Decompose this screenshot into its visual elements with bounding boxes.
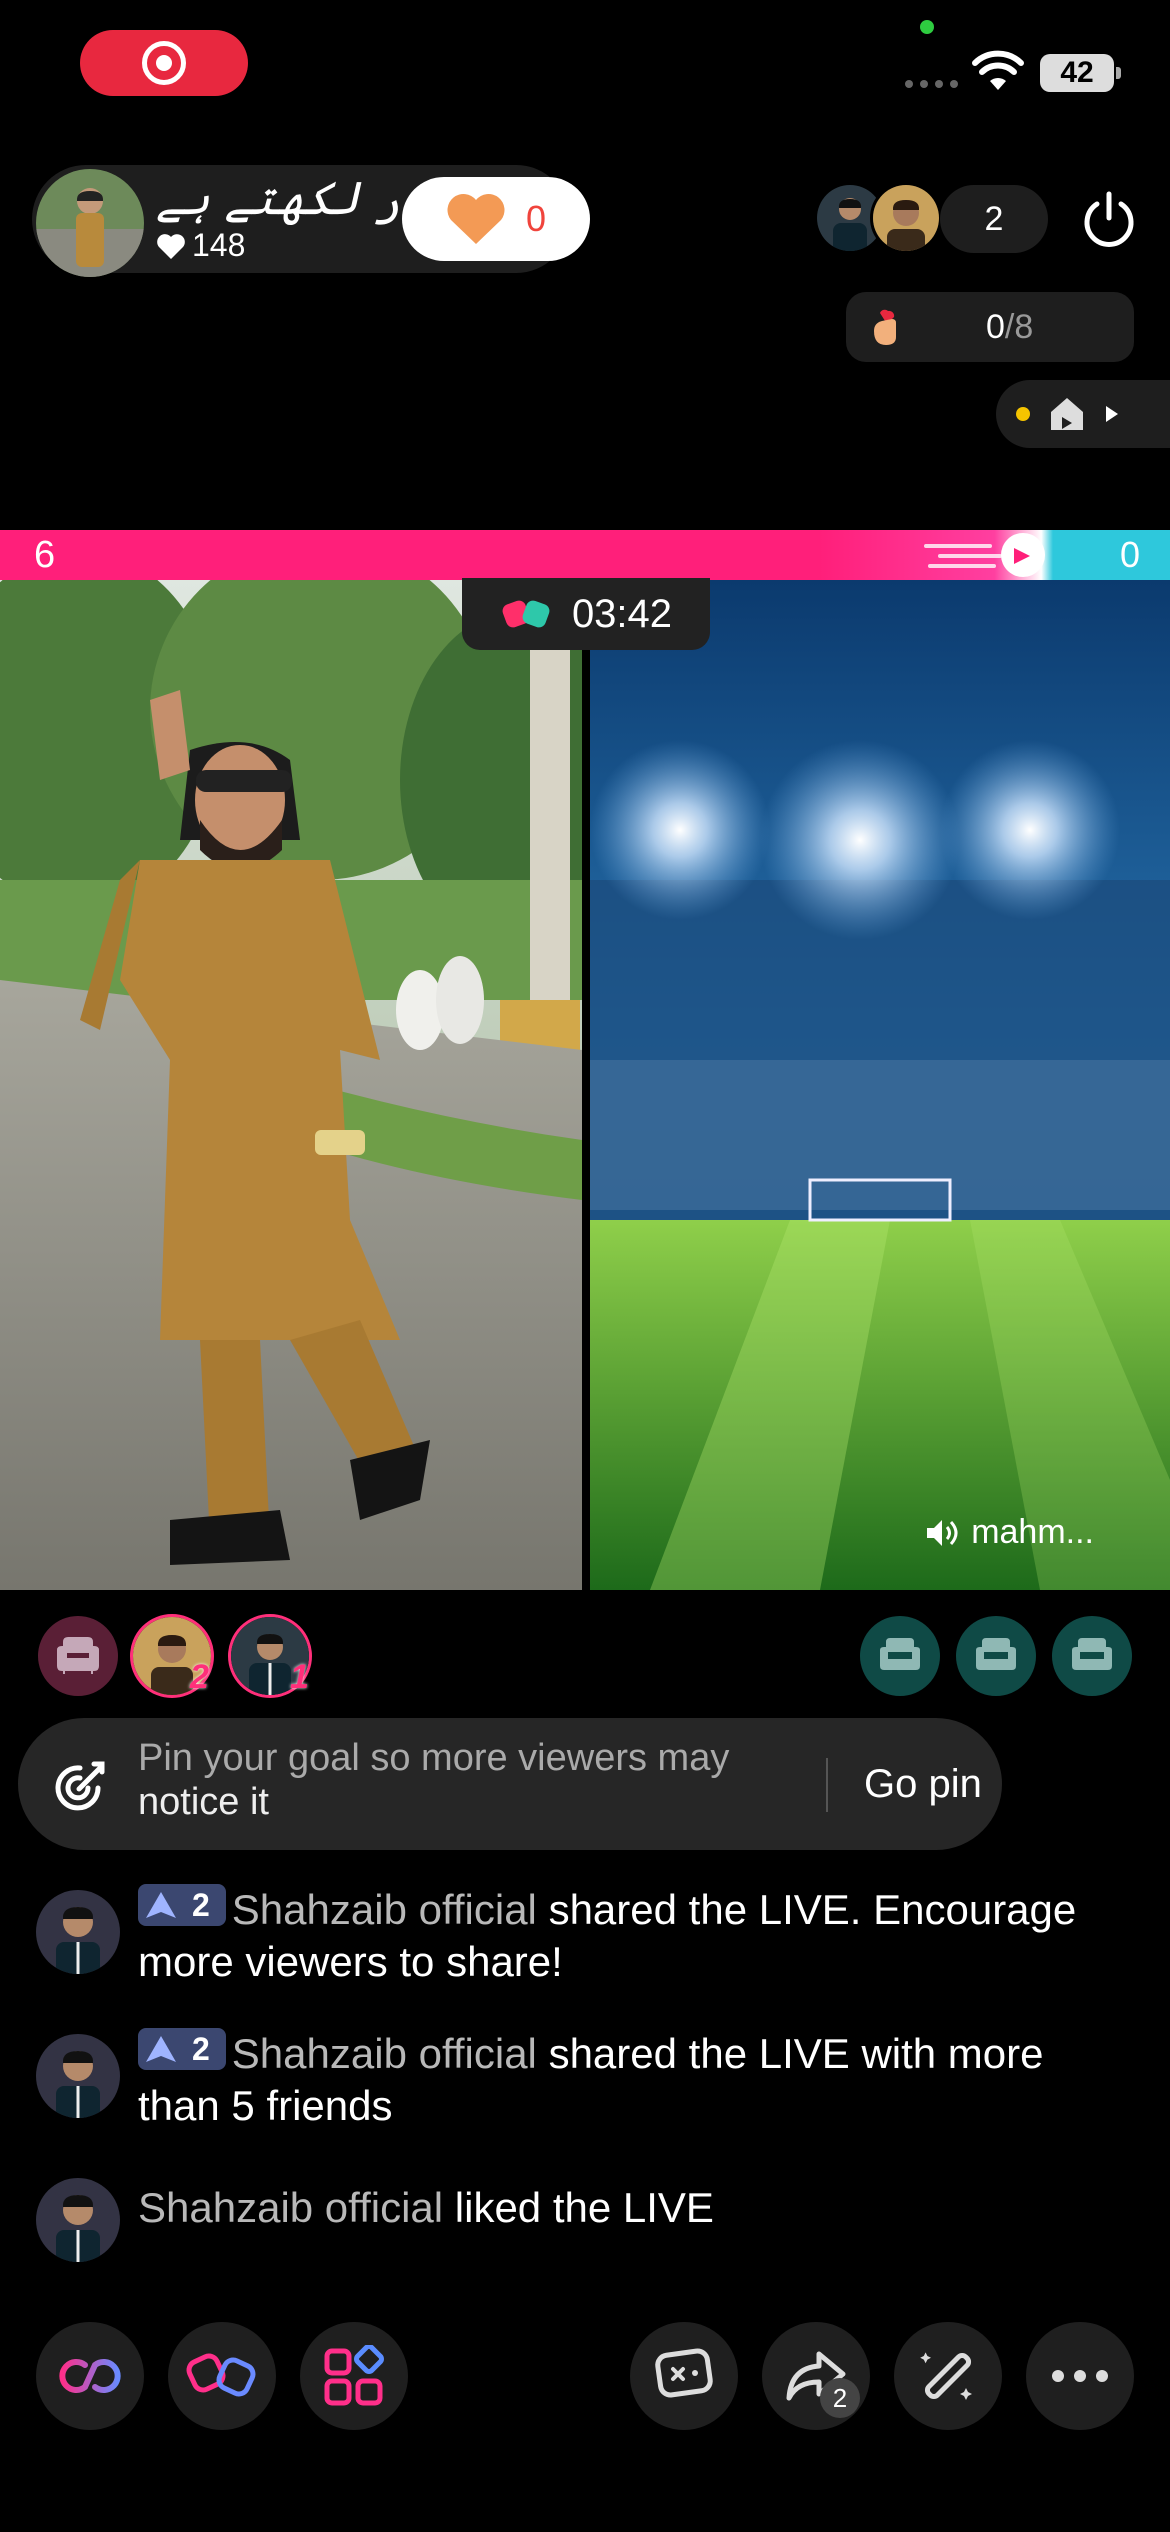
comment-username[interactable]: Shahzaib official — [138, 2184, 443, 2231]
ellipsis-icon — [1052, 2370, 1108, 2382]
opponent-name: mahm... — [971, 1513, 1094, 1551]
effects-button[interactable] — [894, 2322, 1002, 2430]
wifi-icon — [972, 50, 1024, 90]
record-icon — [142, 41, 186, 85]
finger-heart-icon — [874, 309, 896, 345]
pin-goal-line1: Pin your goal so more viewers may — [138, 1737, 730, 1779]
magic-wand-icon — [920, 2352, 972, 2400]
match-timer: 03:42 — [462, 578, 710, 650]
score-streak-icon — [924, 533, 1045, 577]
guest-rank: 2 — [190, 1658, 209, 1696]
sofa-icon — [57, 1637, 99, 1674]
target-icon — [55, 1761, 105, 1811]
viewer-avatar[interactable] — [870, 182, 942, 254]
empty-seat[interactable] — [956, 1616, 1036, 1696]
commenter-avatar[interactable] — [36, 2034, 120, 2118]
battery-indicator: 42 — [1040, 54, 1121, 92]
sofa-icon — [1072, 1638, 1112, 1670]
cellular-signal-icon — [905, 80, 958, 88]
interactive-games-button[interactable] — [630, 2322, 738, 2430]
pin-goal-banner: Pin your goal so more viewers may notice… — [18, 1718, 1002, 1850]
sofa-icon — [976, 1638, 1016, 1670]
commenter-avatar[interactable] — [36, 1890, 120, 1974]
home-icon — [1051, 398, 1083, 430]
opponent-video[interactable]: mahm... — [590, 580, 1170, 1590]
score-right: 0 — [1119, 534, 1140, 575]
top-viewers[interactable] — [814, 182, 942, 254]
share-level-badge: 2 — [138, 1884, 226, 1926]
host-video[interactable] — [0, 580, 582, 1590]
game-card-icon — [655, 2348, 713, 2398]
camera-in-use-dot — [920, 20, 934, 34]
video-divider — [582, 580, 590, 1590]
comment-text: Shahzaib official liked the LIVE — [138, 2184, 714, 2231]
opponent-audio-label[interactable]: mahm... — [925, 1513, 1094, 1552]
separator — [826, 1758, 828, 1812]
match-button[interactable] — [168, 2322, 276, 2430]
timer-value: 03:42 — [571, 591, 673, 636]
link-loop-icon — [59, 2359, 121, 2393]
comment-text: 2 Shahzaib official shared the LIVE. Enco… — [138, 1884, 1077, 1985]
pin-goal-message: Pin your goal so more viewers may notice… — [138, 1736, 818, 1824]
comment-username[interactable]: Shahzaib official — [232, 2030, 537, 2077]
guest-rank: 1 — [290, 1658, 309, 1696]
boxing-gloves-icon — [186, 2353, 256, 2397]
match-score-bar: 6 0 — [0, 530, 1170, 580]
screen-recording-indicator[interactable] — [80, 30, 248, 96]
heart-icon — [157, 233, 185, 259]
goal-total: /8 — [1004, 307, 1034, 346]
pin-goal-line2: notice it — [138, 1781, 269, 1823]
power-off-icon[interactable] — [1077, 188, 1141, 252]
sofa-icon — [880, 1638, 920, 1670]
live-goal-pill[interactable]: 0/8 — [846, 292, 1134, 362]
share-count-badge: 2 — [820, 2378, 860, 2418]
live-tools-expander[interactable] — [996, 380, 1170, 448]
viewer-count-button[interactable]: 2 — [940, 185, 1048, 253]
more-options-button[interactable] — [1026, 2322, 1134, 2430]
comment-text: 2 Shahzaib official shared the LIVE with … — [138, 2028, 1044, 2129]
multi-guest-button[interactable] — [36, 2322, 144, 2430]
more-features-button[interactable] — [300, 2322, 408, 2430]
go-pin-button[interactable]: Go pin — [864, 1762, 982, 1807]
empty-seat[interactable] — [1052, 1616, 1132, 1696]
apps-grid-icon — [324, 2345, 384, 2406]
commenter-avatar[interactable] — [36, 2178, 120, 2262]
share-level-badge: 2 — [138, 2028, 226, 2070]
goal-current: 0 — [986, 307, 1005, 346]
speaker-icon — [927, 1519, 958, 1546]
match-gloves-icon — [502, 600, 550, 628]
host-avatar[interactable] — [36, 169, 144, 277]
expand-arrow-icon — [1106, 406, 1118, 422]
host-video-frame — [0, 580, 582, 1590]
score-left: 6 — [34, 534, 56, 576]
share-arrow-icon — [146, 1892, 176, 1918]
share-arrow-icon — [146, 2036, 176, 2062]
orange-heart-icon — [447, 193, 505, 244]
empty-seat[interactable] — [38, 1616, 118, 1696]
comment-username[interactable]: Shahzaib official — [232, 1886, 537, 1933]
host-like-count: 148 — [156, 227, 245, 264]
status-dot — [1016, 407, 1030, 421]
empty-seat[interactable] — [860, 1616, 940, 1696]
send-heart-button[interactable]: 0 — [402, 177, 590, 261]
share-button[interactable]: 2 — [762, 2322, 870, 2430]
host-info-card[interactable]: حیدر لکھتے ہے 148 0 — [32, 165, 590, 277]
heart-count: 0 — [525, 198, 547, 239]
stadium-background — [590, 580, 1170, 1590]
